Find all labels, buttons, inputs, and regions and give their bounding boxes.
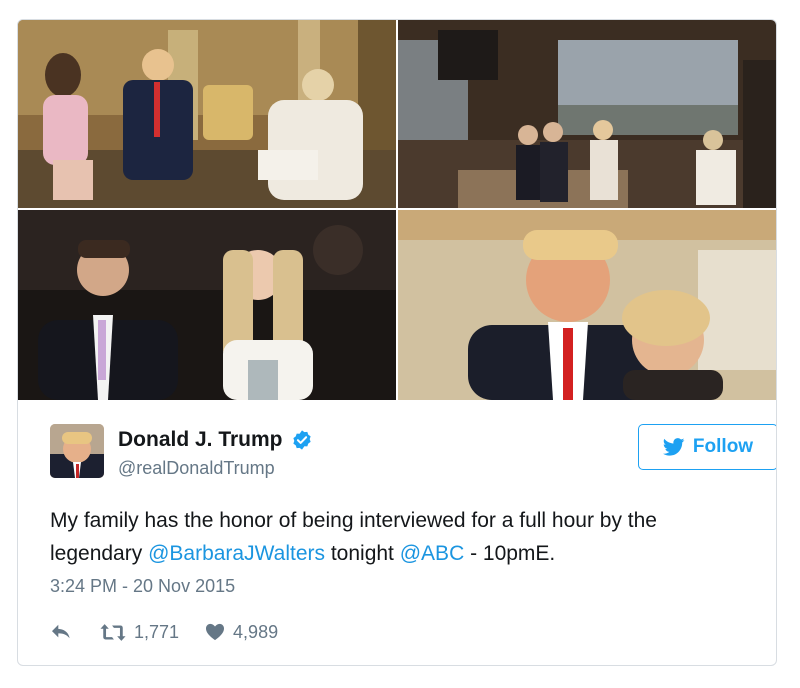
tweet-text: My family has the honor of being intervi…: [50, 504, 750, 570]
tweet-timestamp[interactable]: 3:24 PM - 20 Nov 2015: [50, 576, 235, 597]
reply-button[interactable]: [50, 623, 72, 641]
tweet-actions: 1,771 4,989: [50, 618, 278, 646]
tweet-text-part-2: tonight: [325, 542, 400, 565]
media-photo-4[interactable]: [398, 210, 776, 400]
retweet-icon: [100, 623, 126, 642]
media-photo-1[interactable]: [18, 20, 396, 208]
display-name[interactable]: Donald J. Trump: [118, 428, 283, 452]
media-photo-2[interactable]: [398, 20, 776, 208]
tweet-header: Donald J. Trump @realDonaldTrump Follow: [50, 422, 776, 482]
avatar[interactable]: [50, 424, 104, 478]
follow-button[interactable]: Follow: [638, 424, 776, 470]
verified-badge-icon: [291, 429, 313, 451]
tweet-card: Donald J. Trump @realDonaldTrump Follow …: [17, 19, 777, 666]
tweet-text-part-3: - 10pmE.: [464, 542, 556, 565]
retweet-button[interactable]: 1,771: [100, 622, 179, 643]
mention-barbarajwalters[interactable]: @BarbaraJWalters: [148, 542, 325, 565]
retweet-count: 1,771: [134, 621, 180, 642]
media-grid: [18, 20, 776, 400]
media-photo-3[interactable]: [18, 210, 396, 400]
like-count: 4,989: [233, 621, 279, 642]
follow-label: Follow: [692, 436, 754, 457]
like-button[interactable]: 4,989: [205, 622, 278, 643]
reply-icon: [50, 623, 72, 641]
twitter-bird-icon: [662, 438, 685, 456]
mention-abc[interactable]: @ABC: [400, 542, 465, 565]
heart-icon: [205, 623, 225, 641]
user-handle[interactable]: @realDonaldTrump: [118, 458, 275, 479]
